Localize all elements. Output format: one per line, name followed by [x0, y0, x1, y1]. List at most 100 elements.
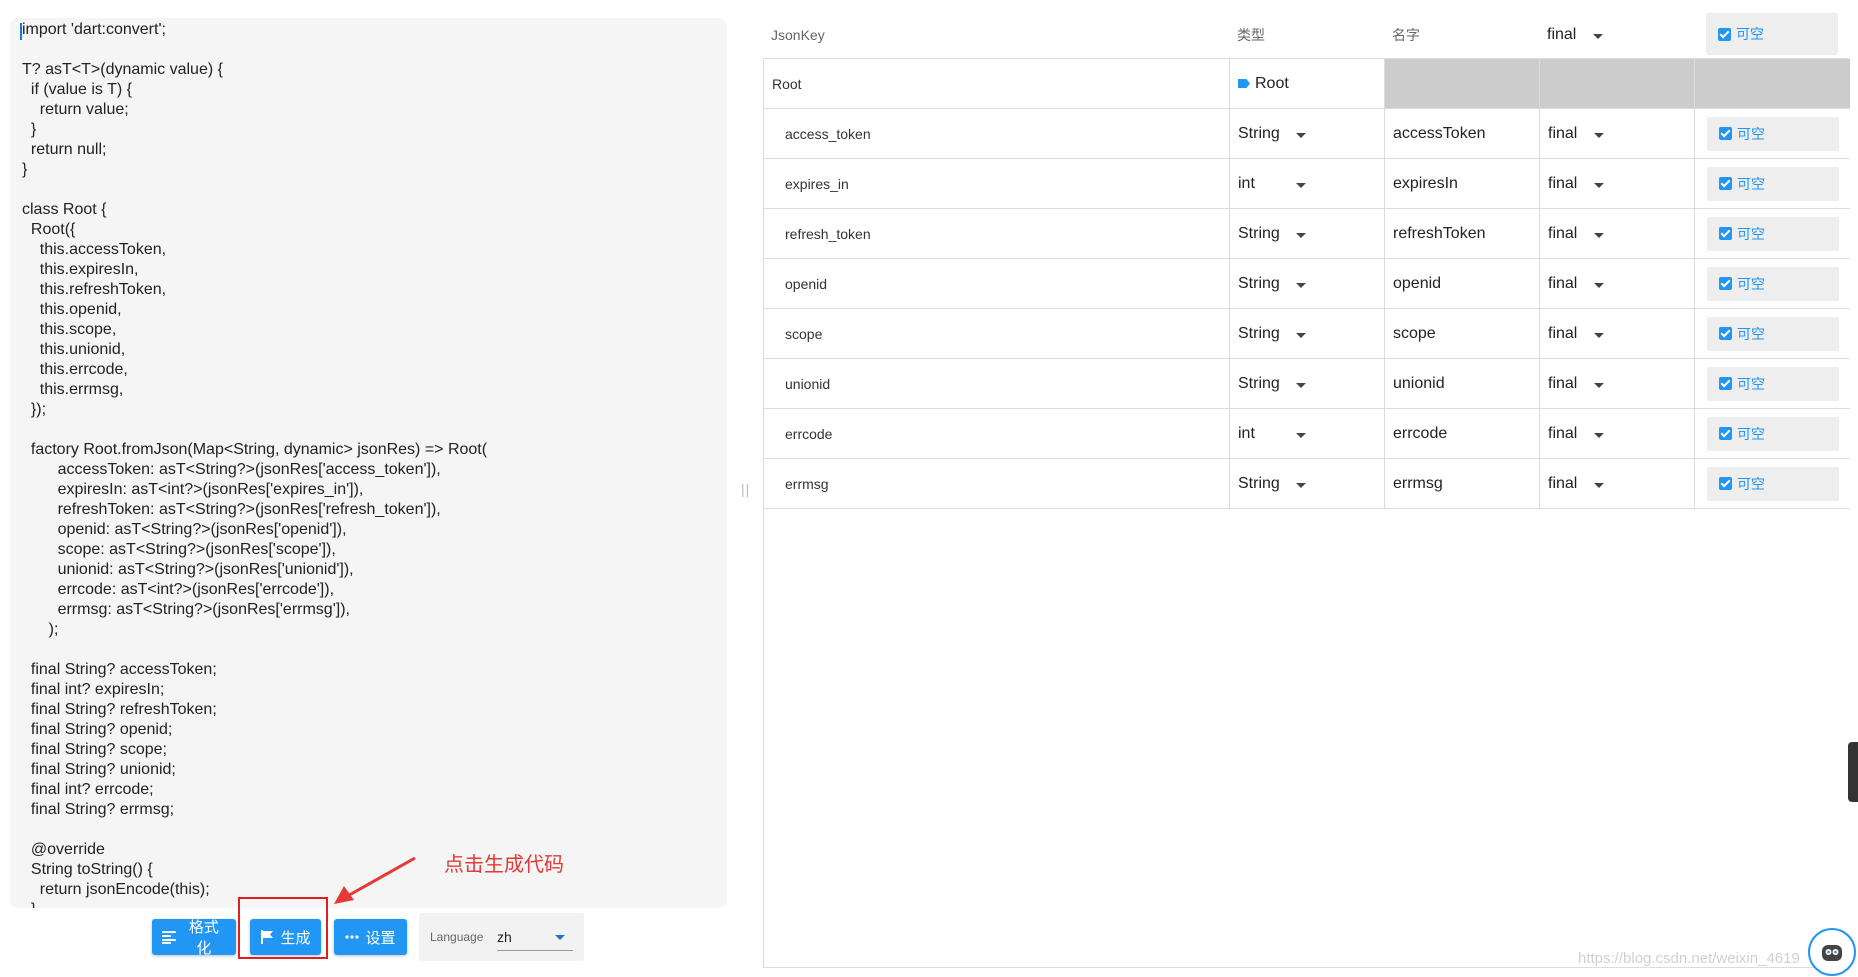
table-row: access_token String accessToken final 可空: [764, 109, 1850, 159]
caret-down-icon: [1594, 282, 1604, 288]
nullable-cell: 可空: [1695, 459, 1850, 508]
nullable-toggle[interactable]: 可空: [1707, 166, 1839, 201]
header-nullable-toggle[interactable]: 可空: [1706, 13, 1838, 55]
nullable-toggle[interactable]: 可空: [1707, 416, 1839, 451]
name-input[interactable]: openid: [1385, 259, 1540, 308]
final-select[interactable]: final: [1540, 459, 1695, 508]
json-key-cell: unionid: [764, 359, 1230, 408]
nullable-label: 可空: [1737, 276, 1765, 293]
table-row: openid String openid final 可空: [764, 259, 1850, 309]
language-selector[interactable]: Language zh: [419, 913, 584, 961]
caret-down-icon: [1296, 282, 1306, 288]
checkbox-checked-icon: [1719, 227, 1732, 240]
tag-icon: [1238, 79, 1250, 88]
header-final-value: final: [1547, 26, 1577, 43]
table-row: unionid String unionid final 可空: [764, 359, 1850, 409]
nullable-toggle[interactable]: 可空: [1707, 216, 1839, 251]
settings-button-label: 设置: [365, 929, 396, 947]
root-nullable-empty: [1695, 59, 1850, 108]
checkbox-checked-icon: [1719, 177, 1732, 190]
type-select[interactable]: String: [1230, 459, 1385, 508]
nullable-toggle[interactable]: 可空: [1707, 466, 1839, 501]
final-select[interactable]: final: [1540, 159, 1695, 208]
checkbox-checked-icon: [1719, 427, 1732, 440]
nullable-toggle[interactable]: 可空: [1707, 316, 1839, 351]
type-value: String: [1238, 324, 1280, 342]
root-key: Root: [764, 59, 1230, 108]
annotation-arrow: [334, 856, 416, 904]
json-key-cell: expires_in: [764, 159, 1230, 208]
table-row: refresh_token String refreshToken final 可空: [764, 209, 1850, 259]
assistant-avatar[interactable]: [1808, 928, 1856, 976]
json-key-cell: refresh_token: [764, 209, 1230, 258]
settings-button[interactable]: 设置: [334, 919, 407, 955]
nullable-toggle[interactable]: 可空: [1707, 366, 1839, 401]
caret-down-icon: [1296, 482, 1306, 488]
split-divider-handle[interactable]: ||: [741, 481, 750, 497]
checkbox-checked-icon: [1718, 27, 1731, 41]
final-value: final: [1548, 124, 1578, 142]
checkbox-checked-icon: [1719, 477, 1732, 490]
nullable-label: 可空: [1737, 476, 1765, 493]
name-input[interactable]: unionid: [1385, 359, 1540, 408]
caret-down-icon: [1594, 182, 1604, 188]
language-dropdown[interactable]: zh: [497, 923, 573, 951]
json-key-cell: openid: [764, 259, 1230, 308]
final-select[interactable]: final: [1540, 209, 1695, 258]
header-nullable-label: 可空: [1736, 27, 1764, 43]
caret-down-icon: [1593, 34, 1603, 39]
language-value: zh: [497, 929, 512, 945]
type-select[interactable]: String: [1230, 309, 1385, 358]
final-value: final: [1548, 274, 1578, 292]
type-select[interactable]: int: [1230, 159, 1385, 208]
final-select[interactable]: final: [1540, 259, 1695, 308]
annotation-text: 点击生成代码: [444, 852, 564, 876]
type-select[interactable]: int: [1230, 409, 1385, 458]
align-left-icon: [162, 931, 176, 944]
final-select[interactable]: final: [1540, 359, 1695, 408]
name-input[interactable]: errcode: [1385, 409, 1540, 458]
nullable-cell: 可空: [1695, 309, 1850, 358]
caret-down-icon: [1594, 432, 1604, 438]
final-select[interactable]: final: [1540, 109, 1695, 158]
header-name: 名字: [1392, 27, 1420, 43]
caret-down-icon: [1594, 132, 1604, 138]
caret-down-icon: [1296, 182, 1306, 188]
caret-down-icon: [1594, 232, 1604, 238]
final-select[interactable]: final: [1540, 409, 1695, 458]
json-key-cell: access_token: [764, 109, 1230, 158]
caret-down-icon: [1594, 332, 1604, 338]
checkbox-checked-icon: [1719, 127, 1732, 140]
type-select[interactable]: String: [1230, 209, 1385, 258]
type-value: String: [1238, 374, 1280, 392]
header-final-select[interactable]: final: [1547, 22, 1603, 48]
nullable-toggle[interactable]: 可空: [1707, 266, 1839, 301]
type-select[interactable]: String: [1230, 259, 1385, 308]
caret-down-icon: [1296, 232, 1306, 238]
json-key-cell: errcode: [764, 409, 1230, 458]
nullable-cell: 可空: [1695, 109, 1850, 158]
generated-code[interactable]: import 'dart:convert'; T? asT<T>(dynamic…: [10, 18, 727, 908]
caret-down-icon: [555, 935, 565, 940]
caret-down-icon: [1296, 332, 1306, 338]
code-editor[interactable]: import 'dart:convert'; T? asT<T>(dynamic…: [10, 18, 727, 908]
side-panel-tab[interactable]: [1848, 742, 1858, 802]
type-select[interactable]: String: [1230, 359, 1385, 408]
nullable-cell: 可空: [1695, 209, 1850, 258]
root-type: Root: [1230, 59, 1385, 108]
checkbox-checked-icon: [1719, 327, 1732, 340]
final-select[interactable]: final: [1540, 309, 1695, 358]
name-input[interactable]: refreshToken: [1385, 209, 1540, 258]
name-input[interactable]: errmsg: [1385, 459, 1540, 508]
checkbox-checked-icon: [1719, 377, 1732, 390]
format-button[interactable]: 格式化: [152, 919, 236, 957]
nullable-label: 可空: [1737, 326, 1765, 343]
name-input[interactable]: scope: [1385, 309, 1540, 358]
final-value: final: [1548, 474, 1578, 492]
nullable-toggle[interactable]: 可空: [1707, 116, 1839, 151]
type-select[interactable]: String: [1230, 109, 1385, 158]
name-input[interactable]: accessToken: [1385, 109, 1540, 158]
final-value: final: [1548, 174, 1578, 192]
name-input[interactable]: expiresIn: [1385, 159, 1540, 208]
checkbox-checked-icon: [1719, 277, 1732, 290]
